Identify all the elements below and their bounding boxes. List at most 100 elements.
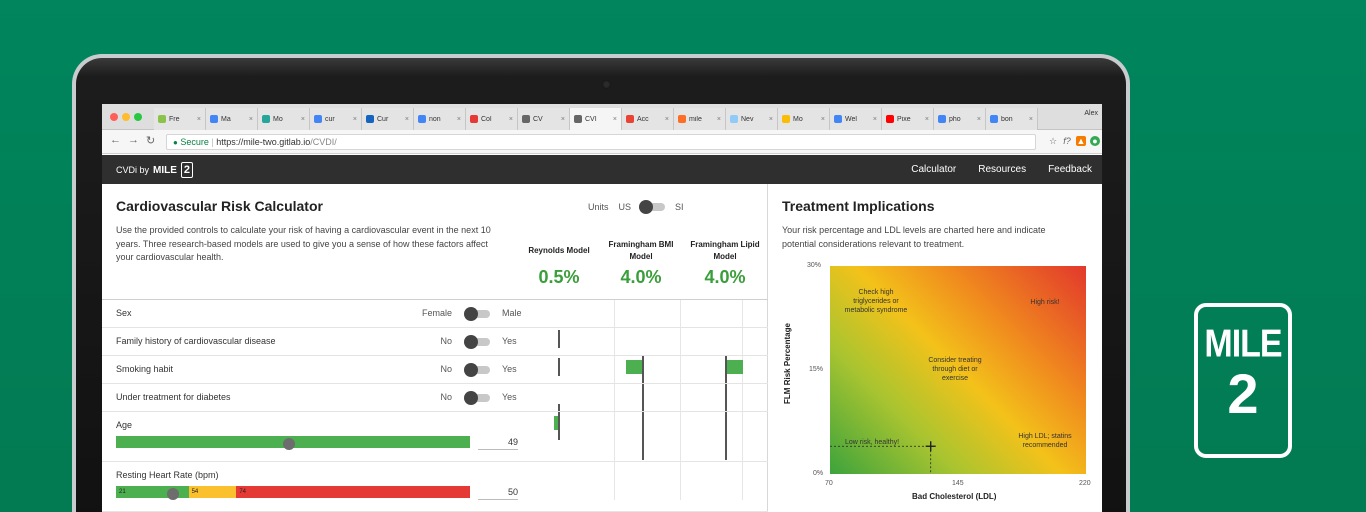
extension-icon[interactable]: ▲ [1076, 136, 1086, 146]
tab-label: bon [1001, 115, 1013, 123]
age-value-field[interactable]: 49 [478, 434, 518, 450]
tab-close-icon[interactable]: × [925, 116, 929, 123]
browser-tab[interactable]: pho × [934, 108, 986, 130]
tab-close-icon[interactable]: × [1029, 116, 1033, 123]
address-bar[interactable]: ● Secure | https://mile-two.gitlab.io/CV… [166, 134, 1036, 150]
formula-extension-icon[interactable]: f? [1062, 136, 1072, 146]
diabetes-toggle[interactable] [464, 391, 490, 405]
slider-segment: 74 [236, 486, 470, 498]
browser-tab[interactable]: Mo × [258, 108, 310, 130]
browser-tab[interactable]: Nev × [726, 108, 778, 130]
brand-two: 2 [180, 162, 193, 178]
browser-tab[interactable]: mile × [674, 108, 726, 130]
units-si-label: SI [675, 202, 684, 212]
y-axis-label: FLM Risk Percentage [782, 323, 792, 404]
reload-icon[interactable]: ↻ [146, 134, 155, 147]
nav-resources[interactable]: Resources [978, 164, 1026, 175]
nav-feedback[interactable]: Feedback [1048, 164, 1092, 175]
tab-close-icon[interactable]: × [613, 116, 617, 123]
bookmark-star-icon[interactable]: ☆ [1048, 136, 1058, 146]
factor-label: Sex [116, 308, 132, 318]
tab-label: pho [949, 115, 961, 123]
browser-tab[interactable]: Ma × [206, 108, 258, 130]
toggle-row-diabetes: Under treatment for diabetes No Yes [102, 384, 768, 412]
model-value: 0.5% [538, 267, 580, 287]
tab-close-icon[interactable]: × [405, 116, 409, 123]
browser-tab[interactable]: Fre × [154, 108, 206, 130]
close-window-button[interactable] [110, 113, 118, 121]
option-left: Female [421, 308, 452, 318]
factor-label: Age [116, 420, 133, 430]
tab-close-icon[interactable]: × [353, 116, 357, 123]
minimize-window-button[interactable] [122, 113, 130, 121]
treatment-panel: Treatment Implications Your risk percent… [769, 184, 1102, 512]
tab-close-icon[interactable]: × [509, 116, 513, 123]
tab-close-icon[interactable]: × [977, 116, 981, 123]
x-tick: 70 [825, 480, 833, 487]
tab-label: Pixe [897, 115, 911, 123]
model-value: 4.0% [704, 267, 746, 287]
smoking-toggle[interactable] [464, 363, 490, 377]
browser-tab[interactable]: CVI × [570, 108, 622, 130]
units-us-label: US [618, 202, 632, 212]
units-toggle[interactable] [639, 200, 666, 214]
tab-close-icon[interactable]: × [301, 116, 305, 123]
tab-label: Acc [637, 115, 649, 123]
tab-close-icon[interactable]: × [821, 116, 825, 123]
tab-close-icon[interactable]: × [249, 116, 253, 123]
tab-close-icon[interactable]: × [717, 116, 721, 123]
browser-tab[interactable]: bon × [986, 108, 1038, 130]
tab-label: mile [689, 115, 702, 123]
tab-favicon-icon [938, 115, 946, 123]
profile-name[interactable]: Alex [1084, 110, 1098, 117]
browser-tab[interactable]: Pixe × [882, 108, 934, 130]
age-slider-thumb[interactable] [283, 438, 296, 450]
tab-close-icon[interactable]: × [873, 116, 877, 123]
option-right: Yes [502, 392, 517, 402]
browser-tab[interactable]: Acc × [622, 108, 674, 130]
model-framingham-bmi: Framingham BMI Model 4.0% [596, 239, 686, 288]
heart-rate-slider-thumb[interactable] [166, 488, 179, 500]
tab-close-icon[interactable]: × [665, 116, 669, 123]
tab-favicon-icon [574, 115, 582, 123]
toggle-knob [464, 307, 478, 321]
factor-label: Under treatment for diabetes [116, 392, 231, 402]
heart-rate-value-field[interactable]: 50 [478, 484, 518, 500]
toggle-row-family-history: Family history of cardiovascular disease… [102, 328, 768, 356]
tab-favicon-icon [470, 115, 478, 123]
sex-toggle[interactable] [464, 307, 490, 321]
x-tick: 220 [1079, 480, 1091, 487]
mile-two-logo: MILE 2 [1194, 303, 1292, 458]
tab-close-icon[interactable]: × [197, 116, 201, 123]
factor-label: Resting Heart Rate (bpm) [116, 470, 219, 480]
back-icon[interactable]: ← [110, 134, 121, 146]
extension-circle-icon[interactable]: ● [1090, 136, 1100, 146]
tab-label: non [429, 115, 441, 123]
browser-tab[interactable]: Col × [466, 108, 518, 130]
browser-tab-bar: Fre × Ma × Mo × cur × Cur × non × Col × CV × CVI × Acc × mil… [102, 104, 1102, 130]
browser-tab[interactable]: CV × [518, 108, 570, 130]
maximize-window-button[interactable] [134, 113, 142, 121]
forward-icon[interactable]: → [128, 134, 139, 146]
tab-label: Wel [845, 115, 857, 123]
app-brand[interactable]: CVDi by MILE 2 [116, 162, 193, 178]
treatment-description: Your risk percentage and LDL levels are … [782, 225, 1046, 249]
toggle-row-smoking: Smoking habit No Yes [102, 356, 768, 384]
family-history-toggle[interactable] [464, 335, 490, 349]
treatment-title: Treatment Implications [782, 198, 935, 214]
browser-tab[interactable]: Cur × [362, 108, 414, 130]
x-tick: 145 [952, 480, 964, 487]
browser-tab[interactable]: Wel × [830, 108, 882, 130]
risk-factor-list: Sex Female Male Family history of cardio… [102, 299, 768, 512]
browser-tab[interactable]: non × [414, 108, 466, 130]
nav-calculator[interactable]: Calculator [911, 164, 956, 175]
browser-tab[interactable]: Mo × [778, 108, 830, 130]
tab-close-icon[interactable]: × [457, 116, 461, 123]
tab-close-icon[interactable]: × [561, 116, 565, 123]
logo-line-2: 2 [1227, 362, 1259, 425]
slider-segment: 54 [188, 486, 237, 498]
tab-close-icon[interactable]: × [769, 116, 773, 123]
tab-favicon-icon [314, 115, 322, 123]
y-tick: 0% [813, 470, 824, 477]
browser-tab[interactable]: cur × [310, 108, 362, 130]
